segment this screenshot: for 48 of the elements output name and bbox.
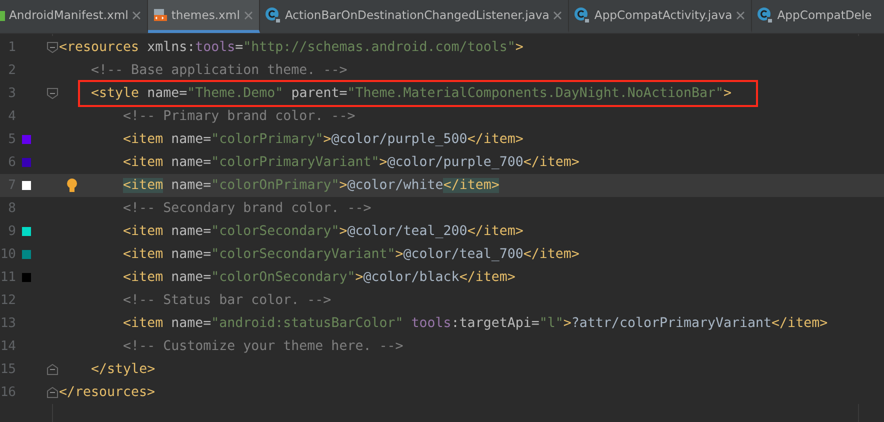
line-number: 9 [7,224,16,239]
code-line: </style> [90,361,156,379]
code-line: <!-- Base application theme. --> [90,62,348,80]
line-number: 1 [7,40,16,55]
line-number: 13 [0,316,16,331]
line-number: 12 [0,293,16,308]
line-number: 10 [0,247,16,262]
file-tab[interactable]: themes.xml [148,0,260,33]
line-number: 16 [0,385,16,400]
code-line: <resources xmlns:tools="http://schemas.android.com/tools"> [59,39,524,57]
line-number: 8 [7,201,16,216]
class-icon [757,7,774,23]
code-line: <!-- Status bar color. --> [122,292,332,310]
line-number: 14 [0,339,16,354]
close-icon[interactable] [132,10,142,20]
code-line: </resources> [59,384,156,402]
code-line: <!-- Secondary brand color. --> [122,200,372,218]
code-line: <!-- Primary brand color. --> [122,108,356,126]
file-icon [0,8,5,22]
code-line: <item name="android:statusBarColor" tools:targetApi="l">?attr/colorPrimaryVariant</item> [122,315,828,333]
close-icon[interactable] [736,10,746,20]
class-icon [264,7,281,23]
code-line: <item name="colorSecondary">@color/teal_200</item> [122,223,524,241]
lightbulb-icon[interactable] [66,178,78,193]
fold-icon[interactable] [47,387,58,398]
line-number: 4 [7,109,16,124]
code-line: <item name="colorPrimary">@color/purple_500</item> [122,131,524,149]
file-tab[interactable]: ActionBarOnDestinationChangedListener.java [260,0,570,33]
line-number: 5 [7,132,16,147]
fold-icon[interactable] [47,88,58,99]
line-number: 6 [7,155,16,170]
file-tab[interactable]: AppCompatDele [752,0,872,33]
line-number: 2 [7,63,16,78]
file-tab[interactable]: AppCompatActivity.java [569,0,752,33]
line-number: 11 [0,270,16,285]
code-line: <!-- Customize your theme here. --> [122,338,404,356]
code-line: <item name="colorPrimaryVariant">@color/purple_700</item> [122,154,580,172]
line-number: 15 [0,362,16,377]
class-icon [574,7,590,23]
fold-icon[interactable] [47,364,58,375]
code-line: <item name="colorSecondaryVariant">@color/teal_700</item> [122,246,580,264]
code-line: <item name="colorOnPrimary">@color/white</item> [122,177,500,195]
close-icon[interactable] [553,10,562,20]
code-line: <item name="colorOnSecondary">@color/black</item> [122,269,516,287]
code-line: <style name="Theme.Demo" parent="Theme.MaterialComponents.DayNight.NoActionBar"> [80,82,756,105]
line-number: 3 [7,86,16,101]
fold-icon[interactable] [47,42,58,53]
xml-file-icon [153,8,168,22]
